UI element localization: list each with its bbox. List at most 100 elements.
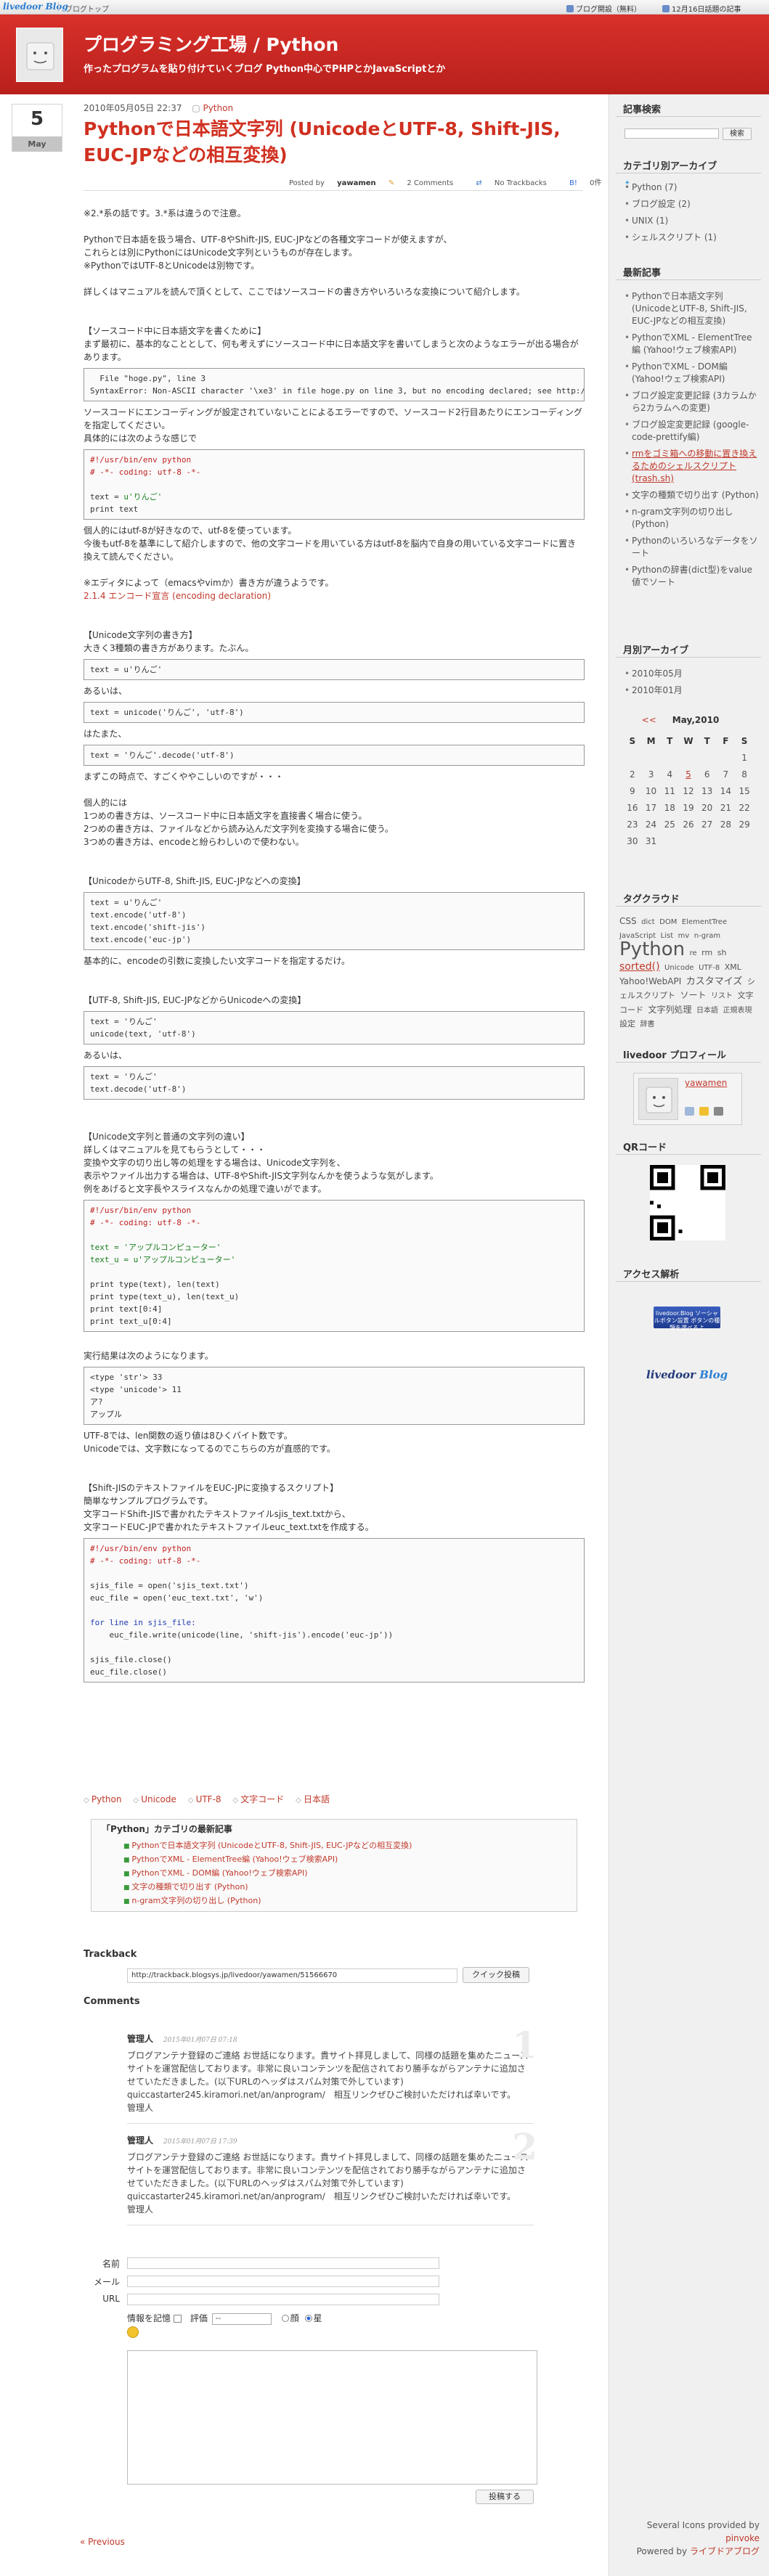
category-link[interactable]: UNIX (1) (624, 215, 759, 227)
reader-icon[interactable] (714, 1107, 723, 1116)
pinvoke-link[interactable]: pinvoke (725, 2533, 760, 2543)
tag-cloud-link[interactable]: re (690, 949, 697, 957)
tag-cloud-link[interactable]: ソート (680, 990, 707, 1000)
tag-cloud-link[interactable]: n-gram (694, 932, 720, 940)
category-link[interactable]: シェルスクリプト (1) (624, 232, 759, 244)
trackbacks-link[interactable]: ⇄ No Trackbacks (476, 179, 557, 187)
calendar-day (642, 749, 661, 766)
tag-cloud-link[interactable]: 辞書 (640, 1021, 655, 1029)
recent-post-link[interactable]: ブログ設定変更記録 (google-code-prettify編) (624, 419, 759, 443)
tag-cloud-link[interactable]: カスタマイズ (686, 976, 743, 987)
related-post-link[interactable]: Pythonで日本語文字列 (UnicodeとUTF-8, Shift-JIS,… (123, 1839, 577, 1853)
search-button[interactable]: 検索 (723, 128, 752, 140)
recent-post-link[interactable]: 文字の種類で切り出す (Python) (624, 489, 759, 502)
recent-post-link[interactable]: PythonでXML - DOM編 (Yahoo!ウェブ検索API) (624, 361, 759, 385)
blog-header: プログラミング工場 / Python 作ったプログラムを貼り付けていくブログ P… (0, 15, 769, 94)
livedoor-blog-logo[interactable]: livedoor Blog (646, 1368, 728, 1381)
blog-top-link[interactable]: ブログトップ (65, 3, 109, 14)
recent-post-link[interactable]: n-gram文字列の切り出し (Python) (624, 506, 759, 531)
related-post-link[interactable]: PythonでXML - DOM編 (Yahoo!ウェブ検索API) (123, 1867, 577, 1881)
month-link[interactable]: 2010年05月 (624, 668, 759, 680)
comments-link[interactable]: ✎ 2 Comments (388, 179, 463, 187)
profile-name-link[interactable]: yawamen (685, 1078, 727, 1088)
tag-cloud-link[interactable]: 文字列処理 (648, 1005, 692, 1015)
tag-cloud-link[interactable]: rm (701, 948, 712, 957)
tag-cloud-link[interactable]: Unicode (664, 964, 694, 972)
tag-cloud-link[interactable]: XML (725, 962, 741, 972)
blog-signup-link[interactable]: ブログ開設（無料） (566, 3, 641, 14)
submit-comment-button[interactable]: 投稿する (476, 2490, 534, 2504)
calendar-prev-link[interactable]: << (642, 715, 656, 725)
previous-post-link[interactable]: « Previous (80, 2537, 125, 2547)
tag-cloud-link[interactable]: リスト (711, 992, 733, 1000)
tag-cloud-link[interactable]: DOM (659, 918, 677, 926)
recent-post-link[interactable]: Pythonのいろいろなデータをソート (624, 535, 759, 560)
blog-title[interactable]: プログラミング工場 / Python (84, 30, 338, 57)
comment-item: 1 管理人 2015年01月07日 07:18 ブログアンテナ登録のご連絡 お世話… (127, 2024, 537, 2114)
comment-author: 管理人 (127, 2034, 154, 2044)
face-icon (646, 1087, 672, 1113)
remember-checkbox[interactable] (174, 2315, 182, 2323)
encoding-declaration-link[interactable]: 2.1.4 エンコード宣言 (encoding declaration) (84, 591, 271, 601)
calendar-day: 23 (627, 819, 638, 830)
qr-heading: QRコード (623, 1142, 667, 1153)
livedoor-blog-link[interactable]: ライブドアブログ (690, 2546, 760, 2556)
tag-cloud-link[interactable]: sh (717, 948, 727, 957)
post-category-link[interactable]: ▢ Python (192, 103, 233, 113)
recent-post-link[interactable]: Pythonで日本語文字列 (UnicodeとUTF-8, Shift-JIS,… (624, 290, 759, 327)
tag-cloud-link[interactable]: Yahoo!WebAPI (619, 976, 681, 986)
tag-cloud-link[interactable]: UTF-8 (699, 964, 720, 972)
trackback-url-field[interactable]: http://trackback.blogsys.jp/livedoor/yaw… (127, 1968, 457, 1983)
emoji-icon[interactable] (127, 2326, 139, 2338)
category-link[interactable]: ブログ設定 (2) (624, 198, 759, 210)
recent-post-link[interactable]: PythonでXML - ElementTree編 (Yahoo!ウェブ検索AP… (624, 332, 759, 356)
tag-link[interactable]: 文字コード (232, 1794, 284, 1804)
calendar-day: 4 (667, 769, 673, 780)
tag-link[interactable]: 日本語 (296, 1794, 330, 1804)
code-block-encode: text = u'りんご' text.encode('utf-8') text.… (84, 892, 585, 950)
face-radio[interactable] (281, 2315, 289, 2322)
url-input[interactable] (127, 2294, 439, 2305)
monthly-heading: 月別アーカイブ (623, 645, 689, 656)
star-radio[interactable] (304, 2315, 312, 2322)
hot-topics-link[interactable]: 12月16日話題の記事 (662, 3, 741, 14)
post-tags: Python Unicode UTF-8 文字コード 日本語 (84, 1793, 338, 1805)
name-input[interactable] (127, 2257, 439, 2269)
post-title[interactable]: Pythonで日本語文字列 (UnicodeとUTF-8, Shift-JIS,… (84, 116, 592, 168)
related-post-link[interactable]: n-gram文字列の切り出し (Python) (123, 1894, 577, 1908)
blog-avatar[interactable] (16, 28, 63, 82)
calendar-day: 11 (664, 785, 675, 796)
comment-textarea[interactable] (127, 2350, 537, 2485)
tag-link[interactable]: Python (84, 1794, 121, 1804)
mail-icon[interactable] (685, 1107, 694, 1116)
search-input[interactable] (624, 128, 719, 139)
calendar-day[interactable]: 5 (679, 766, 698, 782)
tag-link[interactable]: Unicode (133, 1794, 176, 1804)
recent-post-link[interactable]: Pythonの辞書(dict型)をvalue値でソート (624, 564, 759, 589)
recent-post-link[interactable]: rmをゴミ箱への移動に置き換えるためのシェルスクリプト (trash.sh) (624, 448, 759, 485)
tag-cloud-link[interactable]: 日本語 (696, 1007, 718, 1015)
bookmark-count[interactable]: B! 0件 (569, 179, 611, 187)
tag-cloud-link[interactable]: sorted() (619, 961, 660, 973)
email-input[interactable] (127, 2276, 439, 2287)
category-link[interactable]: Python (7) (624, 181, 759, 194)
calendar-grid: S M T W T F S 1 2 3 4 5 6 7 8 9 10 11 12 13 14 15 16 17 18 19 20 21… (623, 732, 754, 849)
tag-cloud-link[interactable]: 正規表現 (723, 1007, 752, 1015)
tag-cloud-link[interactable]: CSS (619, 916, 637, 926)
related-post-link[interactable]: 文字の種類で切り出す (Python) (123, 1881, 577, 1894)
related-post-link[interactable]: PythonでXML - ElementTree編 (Yahoo!ウェブ検索AP… (123, 1853, 577, 1867)
recent-post-link[interactable]: ブログ設定変更記録 (3カラムから2カラムへの変更) (624, 390, 759, 414)
social-button-badge[interactable]: livedoor.Blog ソーシャルボタン設置 ボタンの種類を選べるよ (654, 1307, 720, 1331)
rating-select[interactable]: -- (211, 2313, 272, 2325)
month-link[interactable]: 2010年01月 (624, 684, 759, 697)
trackback-icon: ⇄ (476, 179, 482, 187)
tag-cloud-link[interactable]: ElementTree (682, 918, 727, 926)
profile-avatar[interactable] (638, 1078, 678, 1120)
quick-post-button[interactable]: クイック投稿 (463, 1967, 529, 1983)
divider (127, 2123, 534, 2124)
tag-link[interactable]: UTF-8 (188, 1794, 221, 1804)
tag-cloud-link[interactable]: Python (619, 939, 685, 960)
star-icon[interactable] (699, 1107, 709, 1116)
tag-cloud-link[interactable]: dict (641, 918, 655, 926)
tag-cloud-link[interactable]: 設定 (619, 1019, 635, 1029)
